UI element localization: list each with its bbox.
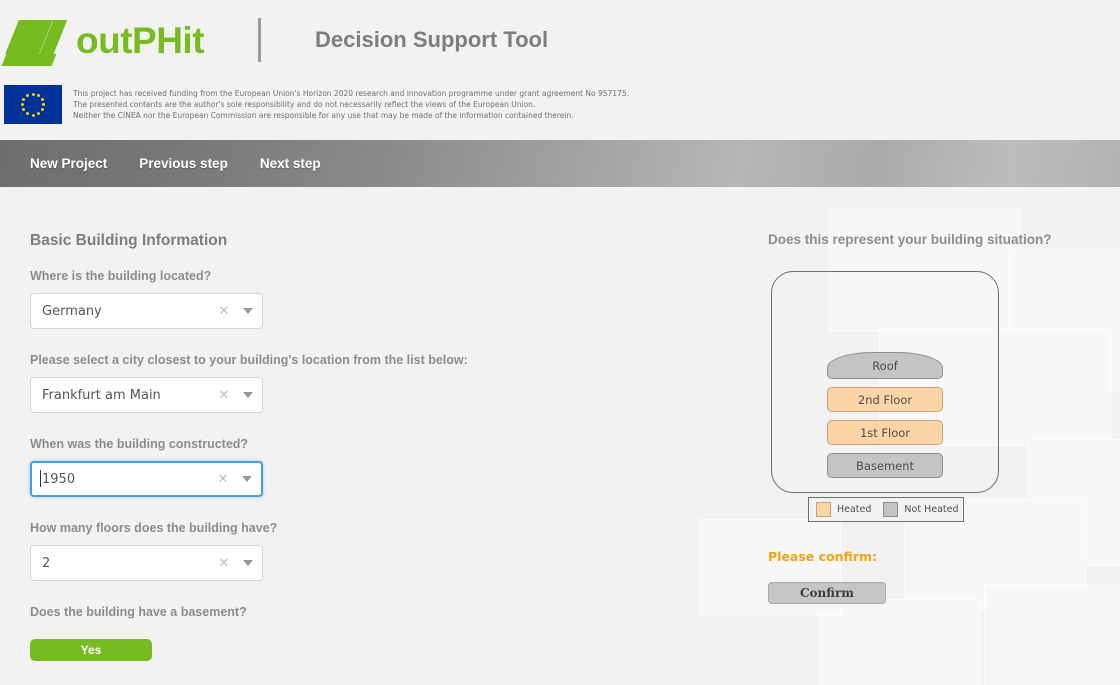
eu-funding-line-2: The presented contents are the author's … <box>73 100 536 109</box>
select-construction-year[interactable]: 1950 ✕ <box>30 461 263 497</box>
outphit-arrow-logo-icon <box>1 14 80 66</box>
select-country[interactable]: Germany ✕ <box>30 293 263 329</box>
european-union-flag-icon <box>4 85 62 124</box>
building-floor-basement-label: Basement <box>855 458 915 473</box>
legend-swatch-not-heated <box>883 502 899 517</box>
logo-wordmark: outPHit <box>76 19 205 61</box>
label-city: Please select a city closest to your bui… <box>30 353 468 367</box>
building-situation-panel: Does this represent your building situat… <box>760 232 1120 661</box>
building-floor-roof-label: Roof <box>872 358 898 373</box>
close-x-icon[interactable]: ✕ <box>214 303 234 319</box>
building-floor-1st[interactable]: 1st Floor <box>827 420 943 445</box>
building-floor-2nd[interactable]: 2nd Floor <box>827 387 943 412</box>
close-x-icon[interactable]: ✕ <box>214 387 234 403</box>
chevron-down-icon[interactable] <box>233 476 261 482</box>
legend-swatch-heated <box>816 502 831 517</box>
legend-label-heated: Heated <box>837 504 872 515</box>
building-floor-2nd-label: 2nd Floor <box>857 392 913 407</box>
basic-building-information-form: Basic Building Information Where is the … <box>0 232 760 661</box>
chevron-down-icon[interactable] <box>234 392 262 398</box>
nav-item-next-step[interactable]: Next step <box>244 156 337 171</box>
label-construction-year: When was the building constructed? <box>30 437 249 451</box>
legend-label-not-heated: Not Heated <box>904 504 959 515</box>
nav-item-new-project[interactable]: New Project <box>14 156 123 171</box>
confirm-prompt: Please confirm: <box>768 549 877 564</box>
building-floor-basement[interactable]: Basement <box>827 453 943 478</box>
eu-funding-line-1: This project has received funding from t… <box>73 89 629 98</box>
label-floor-count: How many floors does the building have? <box>30 521 278 535</box>
eu-funding-text: This project has received funding from t… <box>73 84 629 121</box>
building-floor-1st-label: 1st Floor <box>859 425 911 440</box>
select-city[interactable]: Frankfurt am Main ✕ <box>30 377 263 413</box>
basement-yes-button[interactable]: Yes <box>30 639 152 661</box>
select-construction-year-value: 1950 <box>40 469 213 487</box>
confirm-button[interactable]: Confirm <box>768 582 886 604</box>
select-floor-count-value: 2 <box>42 555 51 571</box>
page-title: Decision Support Tool <box>315 27 549 52</box>
close-x-icon[interactable]: ✕ <box>214 555 234 571</box>
chevron-down-icon[interactable] <box>234 560 262 566</box>
form-section-title: Basic Building Information <box>30 232 228 249</box>
eu-funding-strip: This project has received funding from t… <box>0 80 1120 124</box>
title-divider <box>258 18 262 62</box>
close-x-icon[interactable]: ✕ <box>213 471 233 487</box>
navigation-bar: New Project Previous step Next step <box>0 140 1120 187</box>
building-legend: Heated Not Heated <box>808 497 964 522</box>
building-floor-roof[interactable]: Roof <box>827 352 943 379</box>
logo: outPHit <box>1 11 205 69</box>
building-panel-title: Does this represent your building situat… <box>768 232 1052 247</box>
building-diagram: Roof 2nd Floor 1st Floor Basement Heated… <box>771 271 999 522</box>
select-city-value: Frankfurt am Main <box>42 387 161 403</box>
eu-funding-line-3: Neither the CINEA nor the European Commi… <box>73 111 574 120</box>
label-basement: Does the building have a basement? <box>30 605 247 619</box>
select-floor-count[interactable]: 2 ✕ <box>30 545 263 581</box>
main-content: Basic Building Information Where is the … <box>0 187 1120 661</box>
label-country: Where is the building located? <box>30 269 212 283</box>
chevron-down-icon[interactable] <box>234 308 262 314</box>
brand-row: outPHit Decision Support Tool <box>0 0 1120 80</box>
nav-item-previous-step[interactable]: Previous step <box>123 156 244 171</box>
page-header: outPHit Decision Support Tool This proje… <box>0 0 1120 140</box>
select-country-value: Germany <box>42 303 102 319</box>
